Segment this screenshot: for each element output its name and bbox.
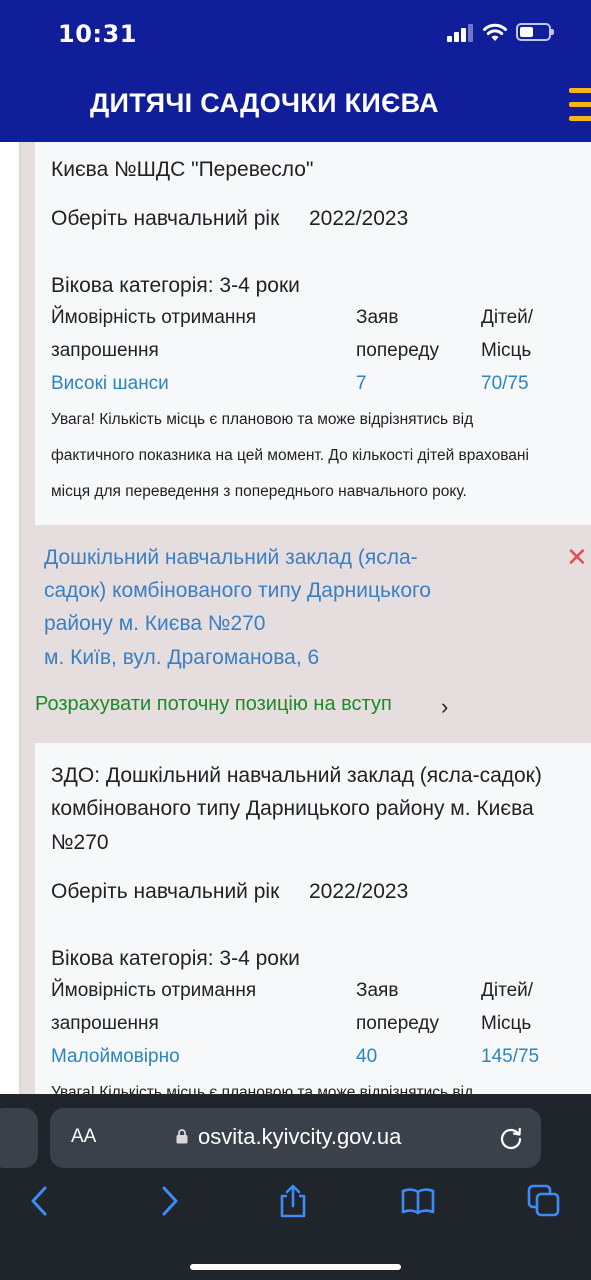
chance-value: Високі шанси — [51, 373, 169, 394]
col-header-ahead: Заяв — [356, 980, 399, 1001]
children-places-value: 145/75 — [481, 1046, 540, 1067]
browser-toolbar: AA osvita.kyivcity.gov.ua — [0, 1094, 591, 1280]
kindergarten-name-link-3[interactable]: району м. Києва №270 — [44, 607, 265, 640]
col-header-chance-2: запрошення — [51, 340, 159, 361]
notice-text-2: фактичного показника на цей момент. До к… — [51, 447, 529, 464]
lock-icon — [176, 1129, 188, 1144]
year-select[interactable]: 2022/2023 — [309, 207, 408, 231]
notice-text-3: місця для переведення з попереднього нав… — [51, 483, 467, 500]
col-header-places-2: Місць — [481, 340, 532, 361]
applications-ahead-value: 40 — [356, 1046, 378, 1067]
hamburger-menu-icon[interactable] — [569, 86, 591, 124]
col-header-ahead-2: попереду — [356, 340, 440, 361]
col-header-ahead-2: попереду — [356, 1013, 440, 1034]
col-header-ahead: Заяв — [356, 307, 399, 328]
year-label: Оберіть навчальний рік — [51, 207, 280, 230]
applications-ahead-value: 7 — [356, 373, 367, 394]
col-header-chance: Ймовірність отримання — [51, 980, 257, 1001]
application-card: ЗДО: Дошкільний навчальний заклад (ясла-… — [35, 743, 591, 1094]
notice-text: Увага! Кількість місць є плановою та мож… — [51, 411, 474, 428]
page-title: ДИТЯЧІ САДОЧКИ КИЄВА — [90, 88, 439, 118]
card-title: Києва №ШДС "Перевесло" — [51, 158, 314, 181]
battery-icon — [516, 23, 554, 41]
chevron-right-icon[interactable]: › — [441, 694, 448, 720]
reload-icon[interactable] — [498, 1125, 524, 1151]
card-title-3: №270 — [51, 831, 109, 854]
back-icon[interactable] — [23, 1184, 57, 1218]
age-category: Вікова категорія: 3-4 роки — [51, 947, 300, 970]
application-card: Києва №ШДС "Перевесло" Оберіть навчальни… — [35, 142, 591, 525]
text-size-button[interactable]: AA — [71, 1126, 96, 1148]
year-label: Оберіть навчальний рік — [51, 880, 280, 903]
col-header-places: Дітей/ — [481, 980, 534, 1001]
card-title: ЗДО: Дошкільний навчальний заклад (ясла-… — [51, 764, 542, 787]
tabs-icon[interactable] — [527, 1184, 561, 1218]
url-text[interactable]: osvita.kyivcity.gov.ua — [198, 1124, 401, 1150]
kindergarten-name-link[interactable]: Дошкільний навчальний заклад (ясла- — [44, 541, 418, 574]
address-bar[interactable]: AA osvita.kyivcity.gov.ua — [50, 1108, 541, 1168]
card-title-2: комбінованого типу Дарницького району м.… — [51, 797, 534, 820]
kindergarten-address[interactable]: м. Київ, вул. Драгоманова, 6 — [44, 641, 319, 674]
cellular-signal-icon — [447, 24, 473, 42]
year-select[interactable]: 2022/2023 — [309, 880, 408, 904]
notice-text: Увага! Кількість місць є плановою та мож… — [51, 1084, 474, 1094]
home-indicator[interactable] — [190, 1264, 401, 1270]
bookmarks-icon[interactable] — [401, 1184, 435, 1218]
forward-icon[interactable] — [152, 1184, 186, 1218]
calculate-position-link[interactable]: Розрахувати поточну позицію на вступ — [35, 693, 392, 716]
previous-tab-preview[interactable] — [0, 1108, 38, 1168]
col-header-chance-2: запрошення — [51, 1013, 159, 1034]
app-header: 10:31 ДИТЯЧІ САДОЧКИ КИЄВА — [0, 0, 591, 142]
children-places-value: 70/75 — [481, 373, 529, 394]
chance-value: Малоймовірно — [51, 1046, 180, 1067]
col-header-places: Дітей/ — [481, 307, 534, 328]
age-category: Вікова категорія: 3-4 роки — [51, 274, 300, 297]
col-header-chance: Ймовірність отримання — [51, 307, 257, 328]
close-icon[interactable]: ✕ — [566, 544, 588, 570]
page-content: Києва №ШДС "Перевесло" Оберіть навчальни… — [0, 142, 591, 1094]
col-header-places-2: Місць — [481, 1013, 532, 1034]
share-icon[interactable] — [276, 1184, 310, 1218]
wifi-icon — [483, 23, 507, 41]
status-time: 10:31 — [58, 20, 137, 48]
kindergarten-name-link-2[interactable]: садок) комбінованого типу Дарницького — [44, 574, 431, 607]
